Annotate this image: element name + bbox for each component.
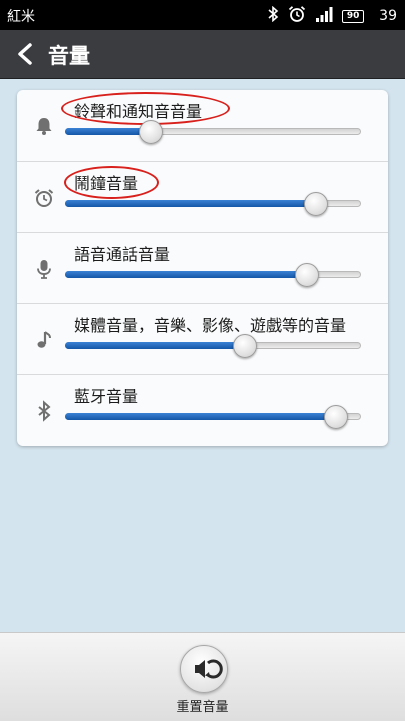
status-bar: 紅米 90 39 (0, 0, 405, 30)
slider-thumb[interactable] (233, 334, 258, 358)
alarm-icon (288, 5, 306, 27)
slider-fill (65, 271, 307, 278)
volume-row-voice-call: 語音通話音量 (17, 232, 388, 304)
clock: 39 (379, 8, 397, 24)
volume-slider[interactable] (65, 334, 361, 358)
microphone-icon (33, 258, 55, 280)
volume-row-ringtone: 鈴聲和通知音音量 (17, 90, 388, 161)
back-arrow-icon (10, 43, 40, 74)
slider-thumb[interactable] (324, 405, 349, 429)
reset-volume-button[interactable] (180, 645, 228, 693)
volume-row-bluetooth: 藍牙音量 (17, 374, 388, 446)
page-title: 音量 (48, 44, 90, 68)
signal-icon (315, 6, 333, 26)
music-note-icon (33, 329, 55, 351)
reset-volume-label: 重置音量 (176, 700, 229, 715)
bottom-action-bar: 重置音量 (0, 632, 405, 721)
volume-row-media: 媒體音量，音樂、影像、遊戲等的音量 (17, 303, 388, 375)
volume-label: 語音通話音量 (74, 245, 171, 264)
volume-panel: 鈴聲和通知音音量 鬧鐘音量 語音通話音量 媒體音量，音樂、影像、遊戲等的音量 藍… (17, 90, 388, 446)
carrier-name: 紅米 (7, 9, 35, 25)
slider-thumb[interactable] (139, 120, 164, 144)
volume-slider[interactable] (65, 192, 361, 216)
volume-slider[interactable] (65, 263, 361, 287)
volume-label: 藍牙音量 (74, 387, 139, 406)
slider-fill (65, 128, 151, 135)
reset-volume-icon (181, 659, 227, 696)
back-button[interactable] (10, 38, 40, 70)
bell-icon (33, 115, 55, 137)
battery-icon: 90 (342, 9, 365, 23)
slider-thumb[interactable] (295, 263, 320, 287)
slider-thumb[interactable] (303, 192, 328, 216)
slider-fill (65, 413, 336, 420)
slider-fill (65, 342, 245, 349)
volume-slider[interactable] (65, 120, 361, 144)
alarm-clock-icon (33, 187, 55, 209)
status-icons: 90 39 (267, 5, 397, 27)
title-bar: 音量 (0, 30, 405, 79)
bluetooth-icon (33, 400, 55, 422)
slider-fill (65, 200, 315, 207)
red-circle-annotation (64, 166, 159, 199)
bluetooth-icon (267, 5, 279, 26)
volume-slider[interactable] (65, 405, 361, 429)
volume-label: 媒體音量，音樂、影像、遊戲等的音量 (74, 316, 347, 335)
volume-row-alarm: 鬧鐘音量 (17, 161, 388, 233)
